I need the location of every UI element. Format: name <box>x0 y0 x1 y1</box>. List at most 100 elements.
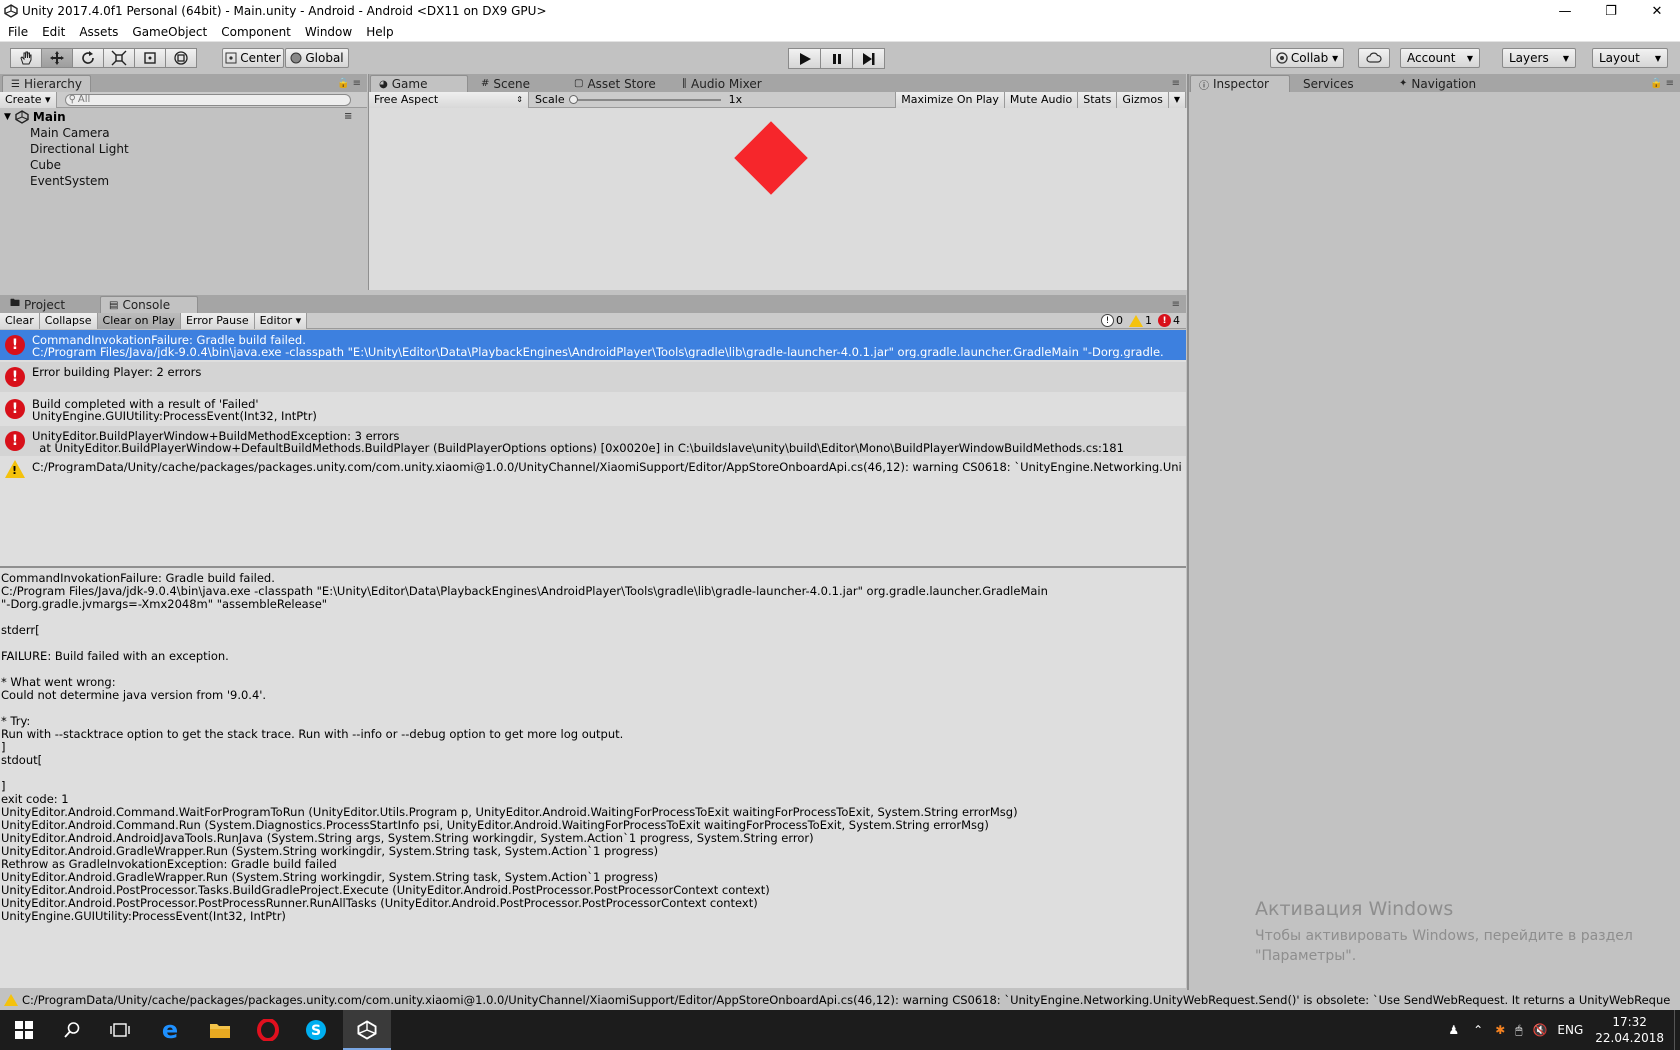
account-dropdown[interactable]: Account ▼ <box>1400 48 1480 68</box>
edge-icon: e <box>161 1016 179 1044</box>
tab-asset-store[interactable]: ▢ Asset Store <box>566 75 664 92</box>
error-counter[interactable]: ! 4 <box>1158 314 1180 327</box>
skype-taskbar-button[interactable]: S <box>292 1010 340 1050</box>
hierarchy-item[interactable]: Main Camera <box>30 126 110 140</box>
menu-edit[interactable]: Edit <box>36 25 71 39</box>
clock[interactable]: 17:32 22.04.2018 <box>1595 1014 1664 1046</box>
step-button[interactable] <box>852 48 885 69</box>
hierarchy-search-input[interactable]: ⚲ All <box>64 93 351 106</box>
search-button[interactable] <box>48 1010 96 1050</box>
create-dropdown[interactable]: Create ▾ <box>0 91 57 108</box>
menu-gameobject[interactable]: GameObject <box>126 25 213 39</box>
log-entry[interactable]: ! Build completed with a result of 'Fail… <box>0 394 1186 424</box>
language-indicator[interactable]: ENG <box>1557 1023 1583 1037</box>
list-icon: ☰ <box>11 78 20 90</box>
clear-button[interactable]: Clear <box>0 312 40 329</box>
error-count: 4 <box>1173 314 1180 327</box>
panel-menu-icon[interactable]: 🔒 ≡ <box>1650 78 1674 89</box>
tab-services[interactable]: Services <box>1295 75 1362 92</box>
close-button[interactable]: ✕ <box>1634 0 1680 22</box>
menu-help[interactable]: Help <box>360 25 399 39</box>
menu-component[interactable]: Component <box>215 25 297 39</box>
scene-root[interactable]: ▼ Main ≡ <box>4 110 352 124</box>
game-viewport[interactable] <box>369 108 1187 290</box>
editor-dropdown[interactable]: Editor ▾ <box>254 312 308 329</box>
network-icon[interactable]: 🖱 <box>1515 1023 1522 1038</box>
pivot-global-button[interactable]: Global <box>285 48 349 68</box>
log-line2: at UnityEditor.BuildPlayerWindow+Default… <box>32 441 1124 454</box>
tray-expand-icon[interactable]: ⌃ <box>1473 1023 1483 1037</box>
move-tool-icon[interactable] <box>41 48 73 68</box>
unity-taskbar-button[interactable] <box>343 1010 391 1050</box>
minimize-button[interactable]: — <box>1542 0 1588 22</box>
log-entry[interactable]: ! C:/ProgramData/Unity/cache/packages/pa… <box>0 458 1186 488</box>
windows-taskbar: e S ♟ ⌃ ✱ 🖱 🔇 ENG 17:32 22.04.2018 <box>0 1010 1680 1050</box>
rect-tool-icon[interactable] <box>134 48 166 68</box>
layout-label: Layout <box>1599 51 1640 65</box>
hierarchy-item[interactable]: Directional Light <box>30 142 129 156</box>
rotate-tool-icon[interactable] <box>72 48 104 68</box>
log-entry[interactable]: ! Error building Player: 2 errors <box>0 362 1186 392</box>
menu-window[interactable]: Window <box>299 25 358 39</box>
volume-icon[interactable]: 🔇 <box>1532 1023 1547 1037</box>
cloud-button[interactable] <box>1358 48 1390 68</box>
stats-button[interactable]: Stats <box>1078 91 1118 108</box>
tab-navigation[interactable]: ✦ Navigation <box>1391 75 1484 92</box>
opera-taskbar-button[interactable] <box>244 1010 292 1050</box>
start-button[interactable] <box>0 1010 48 1050</box>
transform-tool-icon[interactable] <box>165 48 197 68</box>
mute-audio-button[interactable]: Mute Audio <box>1004 91 1079 108</box>
warning-counter[interactable]: 1 <box>1129 314 1152 327</box>
maximize-on-play-button[interactable]: Maximize On Play <box>896 91 1005 108</box>
status-bar[interactable]: C:/ProgramData/Unity/cache/packages/pack… <box>0 990 1680 1010</box>
collab-button[interactable]: Collab ▾ <box>1270 48 1344 68</box>
panel-menu-icon[interactable]: ≡ <box>1172 299 1180 310</box>
gizmos-dropdown-icon[interactable]: ▼ <box>1168 91 1186 108</box>
scene-menu-icon[interactable]: ≡ <box>344 111 352 122</box>
avast-icon[interactable]: ✱ <box>1495 1023 1505 1037</box>
tab-project[interactable]: 🖿 Project <box>2 296 73 313</box>
search-placeholder: All <box>77 94 91 105</box>
scale-tool-icon[interactable] <box>103 48 135 68</box>
aspect-dropdown[interactable]: Free Aspect ⇕ <box>369 91 529 108</box>
gizmos-button[interactable]: Gizmos <box>1117 91 1169 108</box>
layout-dropdown[interactable]: Layout ▼ <box>1592 48 1668 68</box>
explorer-taskbar-button[interactable] <box>196 1010 244 1050</box>
people-icon[interactable]: ♟ <box>1448 1023 1459 1037</box>
play-button[interactable] <box>788 48 821 69</box>
expand-arrow-icon: ▼ <box>4 112 11 122</box>
info-counter[interactable]: ! 0 <box>1101 314 1123 327</box>
restore-button[interactable]: ❐ <box>1588 0 1634 22</box>
slider-thumb[interactable] <box>568 94 578 104</box>
tab-hierarchy[interactable]: ☰ Hierarchy <box>2 75 91 92</box>
task-view-button[interactable] <box>96 1010 144 1050</box>
tab-game[interactable]: ◕ Game <box>370 75 468 92</box>
tab-game-label: Game <box>391 77 428 91</box>
log-entry[interactable]: ! UnityEditor.BuildPlayerWindow+BuildMet… <box>0 426 1186 456</box>
layers-dropdown[interactable]: Layers ▼ <box>1502 48 1576 68</box>
pivot-center-button[interactable]: Center <box>222 48 284 68</box>
menu-assets[interactable]: Assets <box>73 25 124 39</box>
tab-inspector[interactable]: ⓘ Inspector <box>1190 75 1290 92</box>
collapse-button[interactable]: Collapse <box>39 312 98 329</box>
edge-taskbar-button[interactable]: e <box>146 1010 194 1050</box>
hierarchy-panel: ☰ Hierarchy 🔒 ≡ Create ▾ ⚲ All ▼ Main ≡ … <box>0 74 367 290</box>
hand-tool-icon[interactable] <box>10 48 42 68</box>
menu-file[interactable]: File <box>2 25 34 39</box>
tab-scene[interactable]: # Scene <box>473 75 538 92</box>
error-pause-button[interactable]: Error Pause <box>180 312 255 329</box>
pause-icon <box>832 53 841 64</box>
scale-slider[interactable] <box>568 94 721 104</box>
pause-button[interactable] <box>820 48 853 69</box>
panel-menu-icon[interactable]: 🔒 ≡ <box>337 78 361 89</box>
hierarchy-item[interactable]: EventSystem <box>30 174 109 188</box>
log-entry[interactable]: ! CommandInvokationFailure: Gradle build… <box>0 330 1186 360</box>
layers-label: Layers <box>1509 51 1549 65</box>
panel-menu-icon[interactable]: ≡ <box>1172 78 1180 89</box>
hierarchy-item[interactable]: Cube <box>30 158 61 172</box>
show-desktop-button[interactable] <box>1674 1010 1680 1050</box>
clear-on-play-button[interactable]: Clear on Play <box>97 312 181 329</box>
tab-audio-mixer[interactable]: ∥ Audio Mixer <box>674 75 770 92</box>
task-view-icon <box>110 1023 130 1037</box>
tab-console[interactable]: ▤ Console <box>100 296 198 313</box>
